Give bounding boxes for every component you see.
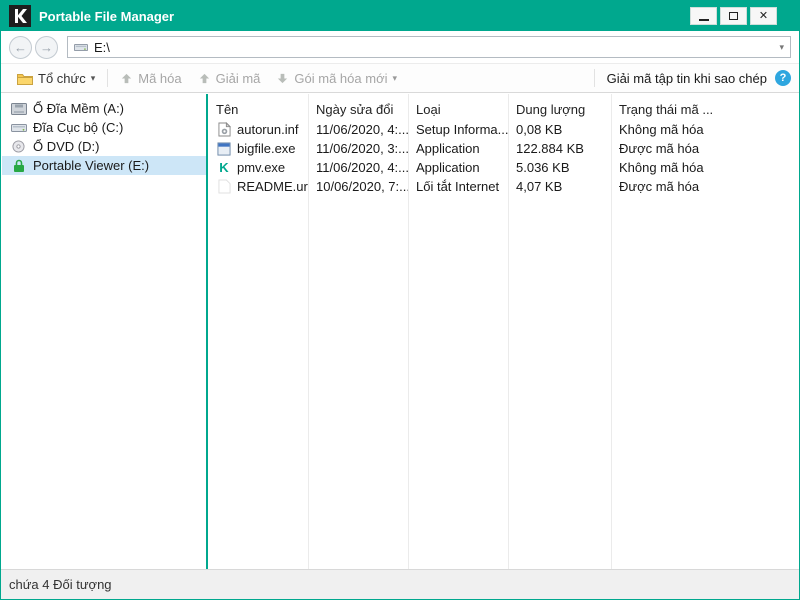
back-icon: ←	[14, 39, 27, 55]
file-name: bigfile.exe	[237, 141, 296, 156]
decrypt-button[interactable]: Giải mã	[190, 68, 269, 89]
forward-icon: →	[40, 39, 53, 55]
file-modified: 11/06/2020, 4:...	[316, 160, 408, 175]
navigation-bar: ← → E:\ ▾	[1, 31, 799, 63]
file-size: 0,08 KB	[516, 122, 563, 137]
encrypt-button[interactable]: Mã hóa	[112, 68, 189, 89]
file-encryption-status: Được mã hóa	[619, 141, 700, 156]
new-encrypted-package-button[interactable]: Gói mã hóa mới ▾	[268, 68, 405, 89]
application-icon	[216, 141, 232, 156]
file-type: Lối tắt Internet	[416, 179, 500, 194]
decrypt-label: Giải mã	[215, 70, 261, 86]
toolbar: Tổ chức ▾ Mã hóa Giải mã Gói mã hóa mới …	[1, 63, 799, 93]
table-row[interactable]: bigfile.exe 11/06/2020, 3:... Applicatio…	[208, 139, 798, 158]
file-size: 4,07 KB	[516, 179, 563, 194]
sidebar-item-label: Ổ DVD (D:)	[33, 139, 100, 154]
address-bar[interactable]: E:\ ▾	[67, 36, 791, 58]
close-icon: ✕	[758, 9, 769, 22]
organize-button[interactable]: Tổ chức ▾	[9, 68, 103, 89]
content-area: Ổ Đĩa Mềm (A:) Đĩa Cục bộ (C:) Ổ DVD (D:…	[2, 94, 798, 569]
chevron-down-icon: ▾	[90, 72, 96, 83]
column-header-type[interactable]: Loại	[408, 102, 508, 117]
hard-drive-icon	[10, 122, 27, 134]
toolbar-right-group: Giải mã tập tin khi sao chép ?	[580, 69, 791, 87]
minimize-icon	[698, 19, 709, 21]
dvd-drive-icon	[10, 140, 27, 153]
toolbar-separator	[107, 69, 109, 87]
help-icon: ?	[779, 72, 787, 84]
file-encryption-status: Được mã hóa	[619, 179, 700, 194]
drive-tree: Ổ Đĩa Mềm (A:) Đĩa Cục bộ (C:) Ổ DVD (D:…	[2, 94, 206, 569]
status-bar: chứa 4 Đối tượng	[1, 569, 799, 599]
arrow-up-icon	[122, 73, 132, 83]
status-text: chứa 4 Đối tượng	[9, 577, 112, 592]
table-row[interactable]: autorun.inf 11/06/2020, 4:... Setup Info…	[208, 120, 798, 139]
maximize-icon	[729, 12, 738, 20]
file-name: README.url	[237, 179, 308, 194]
table-row[interactable]: K pmv.exe 11/06/2020, 4:... Application …	[208, 158, 798, 177]
address-path: E:\	[94, 39, 110, 55]
file-name: autorun.inf	[237, 122, 299, 137]
chevron-down-icon: ▾	[392, 72, 398, 83]
sidebar-item-label: Ổ Đĩa Mềm (A:)	[33, 101, 125, 116]
sidebar-item-label: Đĩa Cục bộ (C:)	[33, 120, 124, 135]
arrow-up-icon	[199, 73, 209, 83]
close-button[interactable]: ✕	[750, 7, 777, 25]
internet-shortcut-icon	[216, 179, 232, 194]
help-button[interactable]: ?	[775, 70, 791, 86]
encrypt-label: Mã hóa	[138, 70, 182, 86]
arrow-down-icon	[278, 73, 288, 83]
address-dropdown-icon[interactable]: ▾	[779, 42, 784, 53]
sidebar-item-portable-viewer-e[interactable]: Portable Viewer (E:)	[2, 156, 206, 175]
sidebar-item-local-disk-c[interactable]: Đĩa Cục bộ (C:)	[2, 118, 206, 137]
organize-label: Tổ chức	[38, 70, 86, 86]
maximize-button[interactable]	[720, 7, 747, 25]
window-title: Portable File Manager	[39, 8, 175, 24]
sidebar-item-dvd-d[interactable]: Ổ DVD (D:)	[2, 137, 206, 156]
portable-file-manager-window: Portable File Manager ✕ ← → E:\ ▾ Tổ chứ…	[0, 0, 800, 600]
file-modified: 11/06/2020, 3:...	[316, 141, 408, 156]
file-size: 122.884 KB	[516, 141, 584, 156]
file-list: Tên Ngày sửa đổi Loại Dung lượng Trạng t…	[208, 94, 798, 569]
table-row[interactable]: README.url 10/06/2020, 7:... Lối tắt Int…	[208, 177, 798, 196]
column-header-size[interactable]: Dung lượng	[508, 102, 611, 117]
column-header-name[interactable]: Tên	[208, 102, 308, 117]
floppy-drive-icon	[10, 102, 27, 115]
file-type: Setup Informa...	[416, 122, 508, 137]
file-encryption-status: Không mã hóa	[619, 122, 704, 137]
sidebar-item-label: Portable Viewer (E:)	[33, 158, 150, 173]
file-modified: 10/06/2020, 7:...	[316, 179, 408, 194]
window-controls: ✕	[690, 7, 791, 25]
setup-information-icon	[216, 122, 232, 137]
column-header-modified[interactable]: Ngày sửa đổi	[308, 102, 408, 117]
file-modified: 11/06/2020, 4:...	[316, 122, 408, 137]
lock-icon	[10, 159, 27, 173]
file-name: pmv.exe	[237, 160, 286, 175]
column-header-status[interactable]: Trạng thái mã ...	[611, 102, 798, 117]
kaspersky-app-icon: K	[219, 160, 229, 175]
forward-button[interactable]: →	[35, 35, 58, 59]
kaspersky-logo-icon	[9, 5, 31, 27]
folder-icon	[17, 73, 33, 85]
minimize-button[interactable]	[690, 7, 717, 25]
toolbar-separator	[593, 69, 595, 87]
file-type: Application	[416, 160, 480, 175]
title-bar: Portable File Manager ✕	[1, 1, 799, 31]
list-header-row: Tên Ngày sửa đổi Loại Dung lượng Trạng t…	[208, 98, 798, 120]
file-size: 5.036 KB	[516, 160, 570, 175]
sidebar-item-floppy-a[interactable]: Ổ Đĩa Mềm (A:)	[2, 99, 206, 118]
drive-icon	[74, 43, 88, 51]
decrypt-on-copy-toggle[interactable]: Giải mã tập tin khi sao chép	[607, 71, 767, 86]
file-encryption-status: Không mã hóa	[619, 160, 704, 175]
back-button[interactable]: ←	[9, 35, 32, 59]
new-encrypted-package-label: Gói mã hóa mới	[294, 70, 388, 86]
file-type: Application	[416, 141, 480, 156]
